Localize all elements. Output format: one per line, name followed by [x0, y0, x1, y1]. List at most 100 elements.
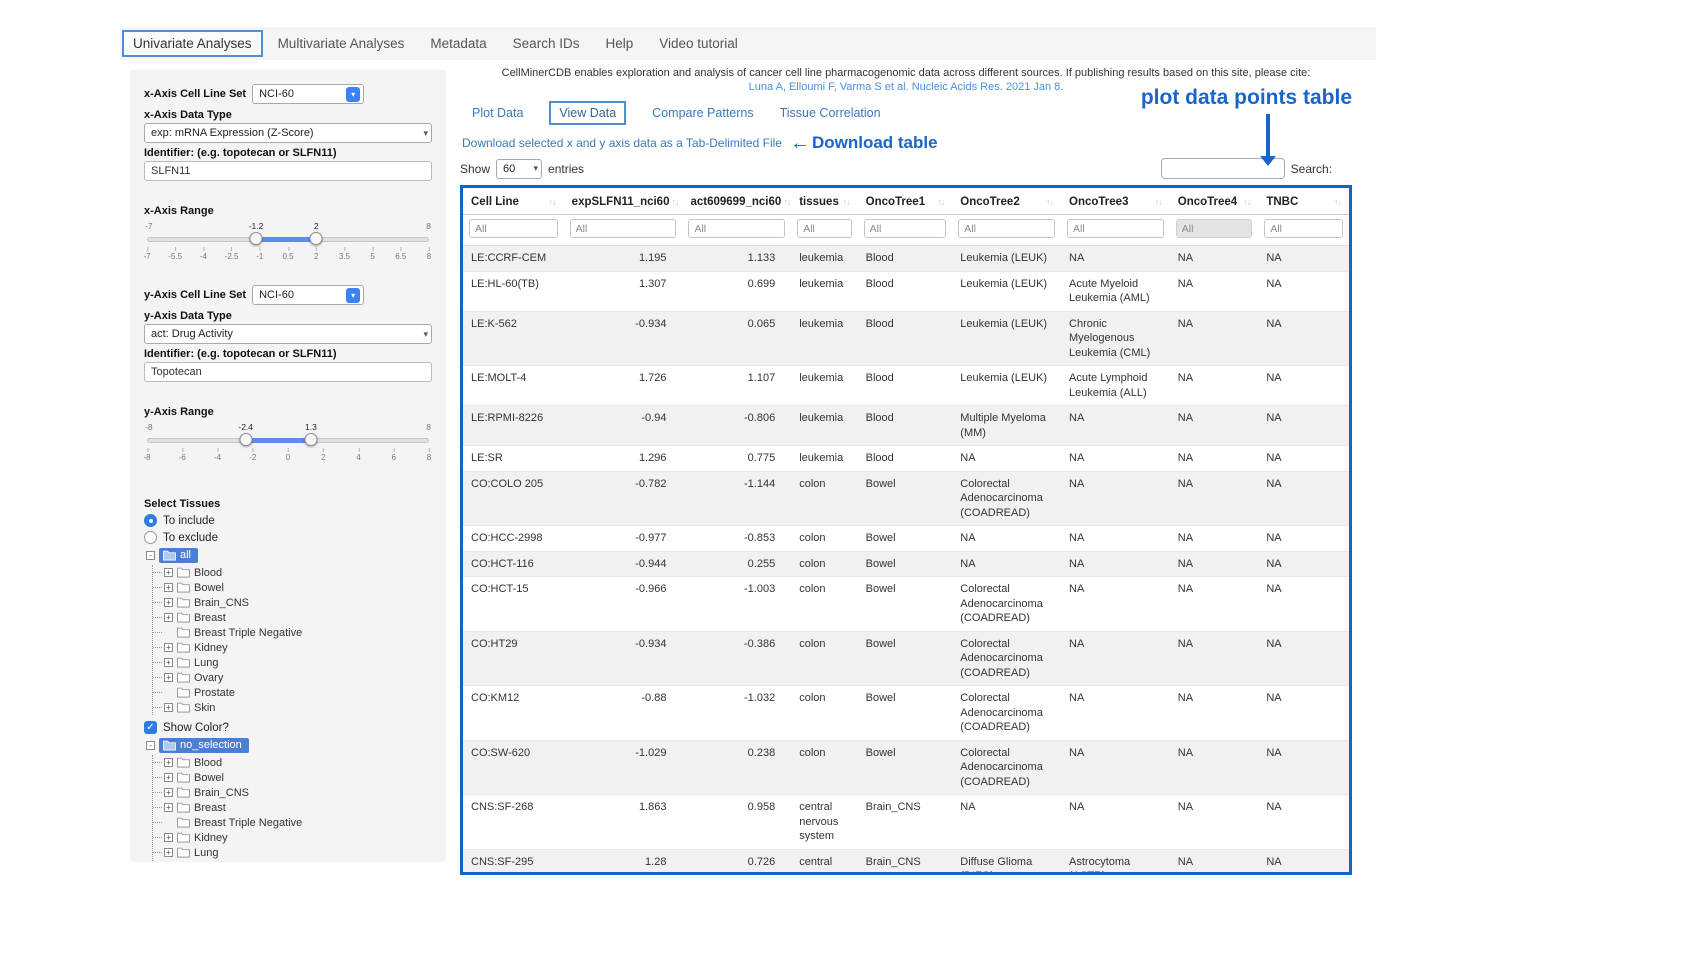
show-color-checkbox-row[interactable]: ✓ Show Color? — [144, 721, 432, 734]
tree-root-all[interactable]: all — [159, 548, 198, 563]
cell-oncotree3: NA — [1061, 406, 1170, 446]
tree-expand-toggle[interactable]: + — [164, 643, 173, 652]
y-axis-cell-line-set-select[interactable]: NCI-60 ▾ — [252, 285, 364, 305]
tree-expand-toggle[interactable]: + — [164, 848, 173, 857]
filter-input-oncotree4[interactable] — [1176, 219, 1253, 238]
column-header-oncotree2[interactable]: OncoTree2↑↓ — [952, 188, 1061, 215]
nav-tab-help[interactable]: Help — [592, 30, 646, 57]
nav-tab-metadata[interactable]: Metadata — [417, 30, 499, 57]
entries-select[interactable]: 60 ▾ — [496, 159, 542, 179]
cell-tnbc: NA — [1258, 366, 1349, 406]
tree-item-skin[interactable]: +Skin — [153, 700, 432, 715]
view-tab-tissue-correlation[interactable]: Tissue Correlation — [780, 106, 881, 120]
filter-input-cell-line[interactable] — [469, 219, 558, 238]
filter-input-act609699-nci60[interactable] — [688, 219, 785, 238]
x-axis-identifier-input[interactable] — [144, 161, 432, 181]
x-axis-cell-line-set-select[interactable]: NCI-60 ▾ — [252, 84, 364, 104]
tree-item-lung[interactable]: + Lung — [153, 655, 432, 670]
tree-item-ovary[interactable]: +Ovary — [153, 860, 432, 862]
y-axis-range-slider[interactable]: -8 -2.4 1.3 8 -8-6-4-202468 — [147, 422, 429, 466]
cell-oncotree2: Multiple Myeloma (MM) — [952, 406, 1061, 446]
column-label: expSLFN11_nci60 — [572, 196, 670, 208]
tree-expand-toggle[interactable]: + — [164, 598, 173, 607]
tree-collapse-toggle[interactable]: - — [146, 741, 155, 750]
tree-item-breast[interactable]: +Breast — [153, 610, 432, 625]
view-tab-plot-data[interactable]: Plot Data — [472, 106, 523, 120]
column-header-tnbc[interactable]: TNBC↑↓ — [1258, 188, 1349, 215]
filter-input-expslfn11-nci60[interactable] — [570, 219, 677, 238]
filter-input-oncotree3[interactable] — [1067, 219, 1164, 238]
tree-item-label: Lung — [194, 657, 218, 669]
cell-expslfn11-nci60: 1.296 — [564, 446, 683, 472]
filter-input-tissues[interactable] — [797, 219, 851, 238]
tree-expand-toggle[interactable]: + — [164, 613, 173, 622]
column-header-oncotree1[interactable]: OncoTree1↑↓ — [858, 188, 953, 215]
sort-icon[interactable]: ↑↓ — [937, 197, 944, 207]
sort-icon[interactable]: ↑↓ — [549, 197, 556, 207]
sort-icon[interactable]: ↑↓ — [1243, 197, 1250, 207]
tree-item-brain-cns[interactable]: +Brain_CNS — [153, 785, 432, 800]
column-header-tissues[interactable]: tissues↑↓ — [791, 188, 857, 215]
nav-tab-video-tutorial[interactable]: Video tutorial — [646, 30, 751, 57]
nav-tab-multivariate-analyses[interactable]: Multivariate Analyses — [265, 30, 418, 57]
view-tab-view-data[interactable]: View Data — [549, 101, 626, 125]
x-axis-range-slider[interactable]: -7 -1.2 2 8 -7-5.5-4-2.5-10.523.556.58 — [147, 221, 429, 265]
sort-icon[interactable]: ↑↓ — [1046, 197, 1053, 207]
tree-item-kidney[interactable]: +Kidney — [153, 640, 432, 655]
filter-input-oncotree2[interactable] — [958, 219, 1055, 238]
tree-item-ovary[interactable]: +Ovary — [153, 670, 432, 685]
sort-icon[interactable]: ↑↓ — [783, 197, 790, 207]
tree-expand-toggle[interactable]: + — [164, 773, 173, 782]
tree-item-bowel[interactable]: +Bowel — [153, 580, 432, 595]
nav-tab-search-ids[interactable]: Search IDs — [500, 30, 593, 57]
radio-to-exclude[interactable]: To exclude — [144, 531, 432, 544]
y-axis-data-type-select[interactable]: act: Drug Activity ▾ — [144, 324, 432, 344]
tree-expand-toggle[interactable]: + — [164, 833, 173, 842]
tree-item-prostate[interactable]: +Prostate — [153, 685, 432, 700]
tree-item-lung[interactable]: +Lung — [153, 845, 432, 860]
table-header-row: Cell Line↑↓expSLFN11_nci60↑↓act609699_nc… — [463, 188, 1349, 215]
tree-expand-toggle[interactable]: + — [164, 703, 173, 712]
tree-item-kidney[interactable]: +Kidney — [153, 830, 432, 845]
tree-expand-toggle[interactable]: + — [164, 788, 173, 797]
tree-item-breast[interactable]: +Breast — [153, 800, 432, 815]
radio-to-include[interactable]: To include — [144, 514, 432, 527]
slider-handle-high[interactable] — [310, 232, 323, 245]
column-header-oncotree3[interactable]: OncoTree3↑↓ — [1061, 188, 1170, 215]
view-tab-compare-patterns[interactable]: Compare Patterns — [652, 106, 753, 120]
tree-item-breast-triple-negative[interactable]: +Breast Triple Negative — [153, 815, 432, 830]
x-axis-data-type-select[interactable]: exp: mRNA Expression (Z-Score) ▾ — [144, 123, 432, 143]
column-header-act609699-nci60[interactable]: act609699_nci60↑↓ — [682, 188, 791, 215]
tree-item-bowel[interactable]: +Bowel — [153, 770, 432, 785]
cell-oncotree4: NA — [1170, 446, 1259, 472]
sort-icon[interactable]: ↑↓ — [1155, 197, 1162, 207]
slider-max-label: 8 — [426, 422, 431, 432]
tree-root-no-selection[interactable]: no_selection — [159, 738, 249, 753]
column-header-expslfn11-nci60[interactable]: expSLFN11_nci60↑↓ — [564, 188, 683, 215]
nav-tab-univariate-analyses[interactable]: Univariate Analyses — [122, 30, 263, 57]
sort-icon[interactable]: ↑↓ — [671, 197, 678, 207]
sort-icon[interactable]: ↑↓ — [1334, 197, 1341, 207]
slider-handle-low[interactable] — [239, 433, 252, 446]
tree-item-blood[interactable]: +Blood — [153, 755, 432, 770]
tree-collapse-toggle[interactable]: - — [146, 551, 155, 560]
tree-expand-toggle[interactable]: + — [164, 758, 173, 767]
tree-expand-toggle[interactable]: + — [164, 568, 173, 577]
tree-item-breast-triple-negative[interactable]: +Breast Triple Negative — [153, 625, 432, 640]
folder-icon — [177, 567, 190, 578]
y-axis-identifier-input[interactable] — [144, 362, 432, 382]
slider-handle-low[interactable] — [250, 232, 263, 245]
filter-input-tnbc[interactable] — [1264, 219, 1343, 238]
column-header-oncotree4[interactable]: OncoTree4↑↓ — [1170, 188, 1259, 215]
tree-item-blood[interactable]: +Blood — [153, 565, 432, 580]
tree-expand-toggle[interactable]: + — [164, 673, 173, 682]
download-tsv-link[interactable]: Download selected x and y axis data as a… — [462, 136, 782, 150]
filter-input-oncotree1[interactable] — [864, 219, 947, 238]
tree-expand-toggle[interactable]: + — [164, 803, 173, 812]
tree-expand-toggle[interactable]: + — [164, 583, 173, 592]
slider-handle-high[interactable] — [304, 433, 317, 446]
tree-expand-toggle[interactable]: + — [164, 658, 173, 667]
tree-item-brain-cns[interactable]: +Brain_CNS — [153, 595, 432, 610]
sort-icon[interactable]: ↑↓ — [843, 197, 850, 207]
column-header-cell-line[interactable]: Cell Line↑↓ — [463, 188, 564, 215]
